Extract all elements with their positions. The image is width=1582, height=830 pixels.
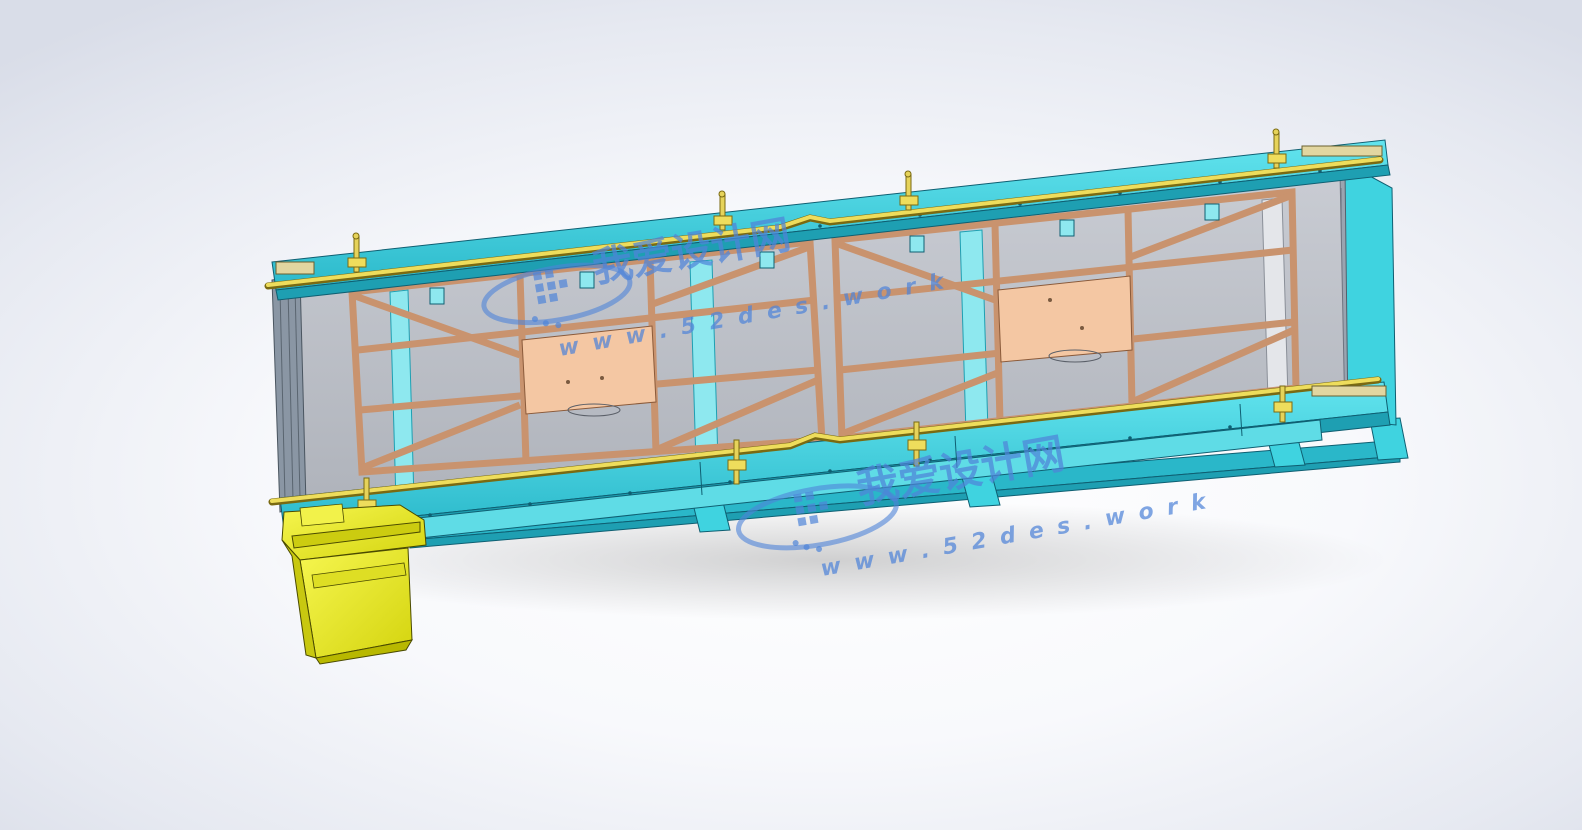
mount-plate-right — [997, 275, 1133, 363]
cad-viewport[interactable]: 我爱设计网 w w w . 5 2 d e s . w o r k 我爱设计网 … — [0, 0, 1582, 830]
conveyor-3d-model[interactable]: 我爱设计网 w w w . 5 2 d e s . w o r k 我爱设计网 … — [0, 0, 1582, 830]
drive-motor-icon — [281, 503, 427, 665]
